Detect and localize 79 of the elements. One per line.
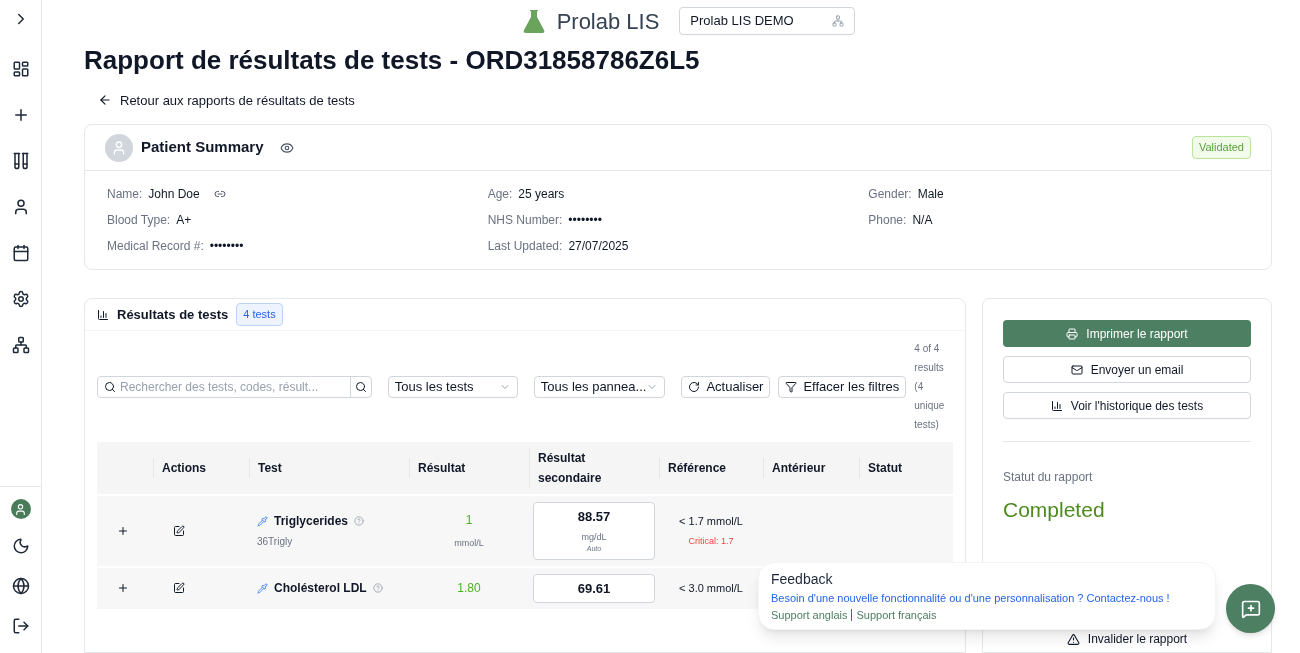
action-button[interactable]: Envoyer un email (1003, 356, 1251, 383)
test-name: Triglycerides (274, 513, 349, 531)
eye-icon[interactable] (279, 140, 294, 155)
reference-range: < 3.0 mmol/L (679, 581, 743, 596)
field-value: Male (917, 186, 944, 203)
back-link[interactable]: Retour aux rapports de résultats de tests (98, 90, 355, 110)
lab-select[interactable]: Prolab LIS DEMO (679, 7, 856, 35)
expand-icon[interactable] (117, 524, 129, 537)
card-title: Résultats de tests (117, 305, 229, 324)
column-header: Antérieur (763, 458, 859, 478)
field-label: NHS Number: (487, 212, 563, 229)
printer-icon (1066, 327, 1079, 340)
test-name: Cholésterol LDL (274, 580, 367, 598)
avatar-icon[interactable] (10, 499, 31, 519)
filter-select[interactable]: Tous les pannea... (533, 375, 666, 398)
search-field[interactable]: Rechercher des tests, codes, résult... (97, 375, 372, 398)
field-value: N/A (912, 212, 933, 229)
secondary-result: 69.61 (533, 573, 655, 603)
field-value: 27/07/2025 (568, 238, 629, 255)
chat-plus-icon (1240, 598, 1261, 619)
action-button[interactable]: Imprimer le rapport (1003, 320, 1251, 347)
flask-logo-icon (522, 9, 545, 33)
refresh-icon (688, 380, 701, 393)
edit-icon[interactable] (173, 582, 185, 595)
warning-icon (1066, 632, 1080, 646)
refresh-button[interactable]: Actualiser (681, 375, 771, 398)
result-value: 1.80 (457, 580, 481, 598)
column-header: Actions (153, 458, 249, 478)
critical-value: Critical: 1.7 (688, 535, 734, 549)
action-button[interactable]: Voir l'historique des tests (1003, 392, 1251, 419)
pipette-icon (257, 515, 268, 527)
feedback-link[interactable]: Besoin d'une nouvelle fonctionnalité ou d'une personnalisation ? Contactez-nous ! (771, 590, 1203, 607)
field-value: A+ (176, 212, 192, 229)
funnel-icon (785, 380, 798, 393)
column-header: Référence (659, 458, 763, 478)
clear-filters-button[interactable]: Effacer les filtres (778, 375, 907, 398)
status-label: Statut du rapport (1003, 469, 1094, 486)
field-label: Last Updated: (487, 238, 563, 255)
page-title: Rapport de résultats de tests - ORD31858786Z6L5 (84, 44, 701, 77)
field-value: John Doe (148, 186, 200, 203)
column-header: Résultat (409, 458, 529, 478)
field-value: 25 years (518, 186, 565, 203)
envelope-icon (1070, 363, 1083, 376)
result-unit: mmol/L (454, 537, 484, 550)
field-label: Age: (487, 186, 513, 203)
field-label: Gender: (868, 186, 912, 203)
support-link[interactable]: Support anglais (771, 606, 848, 623)
invalidate-button[interactable]: Invalider le rapport (1066, 630, 1188, 648)
field-label: Blood Type: (107, 212, 171, 229)
field-value: •••••••• (209, 238, 244, 255)
chart-icon (97, 308, 109, 321)
edit-icon[interactable] (173, 524, 185, 537)
field-label: Medical Record #: (107, 238, 204, 255)
search-icon (104, 380, 116, 393)
bar-chart-icon (1050, 399, 1063, 412)
field-label: Name: (107, 186, 143, 203)
app-name: Prolab LIS (556, 7, 660, 36)
support-link[interactable]: Support français (856, 606, 937, 623)
field-value: •••••••• (568, 212, 602, 229)
avatar-icon (105, 133, 133, 162)
reference-range: < 1.7 mmol/L (679, 513, 743, 529)
status-badge: Validated (1191, 136, 1251, 159)
test-code: 36Trigly (257, 535, 294, 550)
filter-select[interactable]: Tous les tests (387, 375, 518, 398)
count-badge: 4 tests (236, 303, 283, 326)
link-icon[interactable] (213, 188, 226, 200)
report-status: Completed (1003, 497, 1106, 523)
pipette-icon (257, 582, 268, 594)
results-summary: 4 of 4 results (4 unique tests) (914, 342, 946, 432)
column-header: Test (249, 458, 409, 478)
hierarchy-icon (832, 15, 845, 27)
feedback-title: Feedback (771, 570, 834, 589)
field-label: Phone: (868, 212, 907, 229)
column-header: Résultat secondaire (529, 448, 659, 488)
result-value: 1 (465, 512, 473, 529)
chat-button[interactable] (1226, 584, 1275, 633)
card-title: Patient Summary (141, 137, 264, 158)
column-header: Statut (859, 458, 949, 478)
expand-icon[interactable] (117, 582, 129, 595)
